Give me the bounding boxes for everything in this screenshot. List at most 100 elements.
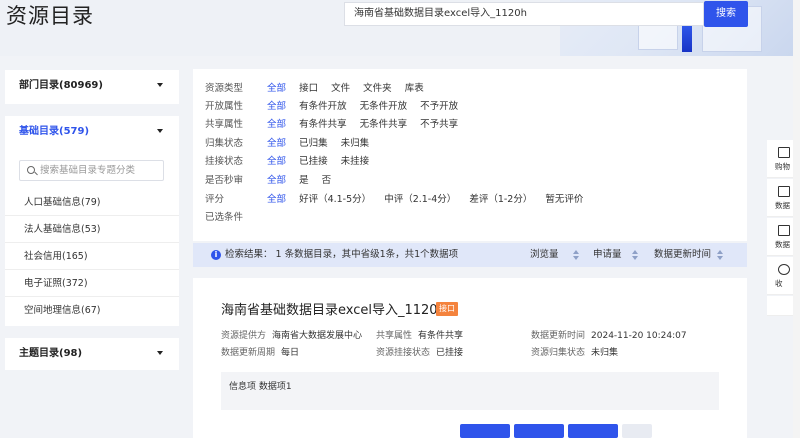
info-items-box: 信息项 数据项1 — [221, 372, 719, 410]
filter-option[interactable]: 全部 — [267, 80, 286, 98]
filter-option[interactable]: 全部 — [267, 172, 286, 190]
meta-provider: 资源提供方 海南省大数据发展中心 — [221, 330, 362, 342]
tool-label: 数据 — [775, 240, 790, 249]
favorite-icon — [778, 264, 790, 275]
sort-by-views[interactable]: 浏览量 — [530, 243, 579, 267]
filter-row-rating: 评分 全部 好评（4.1-5分） 中评（2.1-4分） 差评（1-2分） 暂无评… — [205, 191, 593, 209]
sidebar-dept-header[interactable]: 部门目录(80969) — [5, 70, 179, 102]
sort-apply-label: 申请量 — [593, 249, 622, 260]
filter-row-instant-review: 是否秒审 全部 是 否 — [205, 172, 341, 190]
filter-label: 资源类型 — [205, 83, 244, 94]
info-icon: i — [211, 250, 221, 260]
sidebar-item-credit[interactable]: 社会信用(165) — [5, 243, 179, 270]
filter-row-collect-status: 归集状态 全部 已归集 未归集 — [205, 135, 379, 153]
filter-option[interactable]: 暂无评价 — [545, 191, 583, 209]
sort-updated-label: 数据更新时间 — [654, 249, 712, 260]
result-card: 海南省基础数据目录excel导入_1120h 接口 资源提供方 海南省大数据发展中… — [193, 278, 747, 438]
sort-by-update-time[interactable]: 数据更新时间 — [654, 243, 724, 267]
filter-option[interactable]: 中评（2.1-4分） — [384, 191, 456, 209]
document-icon — [778, 186, 790, 197]
search-input[interactable]: 海南省基础数据目录excel导入_1120h — [344, 2, 704, 26]
page-title: 资源目录 — [6, 4, 94, 28]
filter-option[interactable]: 未挂接 — [341, 153, 370, 171]
meta-key: 共享属性 — [376, 331, 413, 341]
caret-down-icon — [157, 83, 163, 87]
meta-value: 有条件共享 — [418, 331, 464, 341]
sort-icon — [717, 249, 724, 260]
selected-conditions-label: 已选条件 — [205, 212, 244, 223]
tool-label: 数据 — [775, 201, 790, 210]
filter-option[interactable]: 无条件共享 — [360, 116, 408, 134]
action-button[interactable] — [460, 424, 510, 438]
filter-option[interactable]: 全部 — [267, 98, 286, 116]
filter-label: 共享属性 — [205, 119, 244, 130]
caret-down-icon — [157, 129, 163, 133]
tool-label: 购物 — [775, 162, 790, 171]
filter-label: 是否秒审 — [205, 175, 244, 186]
filter-option[interactable]: 否 — [322, 172, 332, 190]
filter-label: 归集状态 — [205, 138, 244, 149]
filter-option[interactable]: 是 — [299, 172, 309, 190]
resource-type-badge: 接口 — [436, 302, 458, 316]
cart-icon — [778, 147, 790, 158]
meta-key: 资源归集状态 — [531, 348, 586, 358]
category-search-input[interactable]: 搜索基础目录专题分类 — [19, 160, 164, 181]
filter-option[interactable]: 全部 — [267, 116, 286, 134]
filter-option[interactable]: 全部 — [267, 135, 286, 153]
sidebar-item-legal-person[interactable]: 法人基础信息(53) — [5, 216, 179, 243]
action-button[interactable] — [622, 424, 652, 438]
action-button[interactable] — [514, 424, 564, 438]
filter-row-selected: 已选条件 — [205, 209, 264, 227]
filter-option[interactable]: 库表 — [405, 80, 424, 98]
search-button[interactable]: 搜索 — [704, 1, 748, 27]
sidebar-dept-section[interactable]: 部门目录(80969) — [5, 70, 179, 104]
meta-value: 未归集 — [591, 348, 619, 358]
sort-by-applications[interactable]: 申请量 — [593, 243, 638, 267]
filter-option[interactable]: 已归集 — [299, 135, 328, 153]
meta-share: 共享属性 有条件共享 — [376, 330, 463, 342]
action-button[interactable] — [568, 424, 618, 438]
filter-option[interactable]: 有条件开放 — [299, 98, 347, 116]
sidebar-topic-label: 主题目录(98) — [19, 348, 83, 359]
filter-option[interactable]: 未归集 — [341, 135, 370, 153]
sidebar-item-e-license[interactable]: 电子证照(372) — [5, 270, 179, 297]
filter-option[interactable]: 差评（1-2分） — [469, 191, 532, 209]
sidebar-topic-section[interactable]: 主题目录(98) — [5, 338, 179, 370]
page-header: 资源目录 海南省基础数据目录excel导入_1120h 搜索 — [0, 0, 800, 56]
meta-key: 数据更新周期 — [221, 348, 276, 358]
meta-key: 资源挂接状态 — [376, 348, 431, 358]
meta-cycle: 数据更新周期 每日 — [221, 347, 299, 359]
filter-label: 评分 — [205, 194, 225, 205]
sort-views-label: 浏览量 — [530, 249, 559, 260]
filter-option[interactable]: 全部 — [267, 191, 286, 209]
sidebar-item-geo[interactable]: 空间地理信息(67) — [5, 297, 179, 324]
result-title[interactable]: 海南省基础数据目录excel导入_1120h — [221, 299, 446, 318]
caret-down-icon — [157, 351, 163, 355]
sidebar-dept-label: 部门目录(80969) — [19, 80, 103, 91]
page-scrollbar[interactable] — [793, 0, 800, 438]
sidebar-item-population[interactable]: 人口基础信息(79) — [5, 189, 179, 216]
filter-option[interactable]: 好评（4.1-5分） — [299, 191, 371, 209]
sort-icon — [572, 249, 579, 260]
table-icon — [778, 225, 790, 236]
meta-value: 已挂接 — [436, 348, 464, 358]
meta-value: 海南省大数据发展中心 — [272, 331, 363, 341]
filter-option[interactable]: 接口 — [299, 80, 318, 98]
filter-option[interactable]: 不予开放 — [420, 98, 458, 116]
meta-key: 数据更新时间 — [531, 331, 586, 341]
filter-option[interactable]: 已挂接 — [299, 153, 328, 171]
filter-option[interactable]: 文件 — [331, 80, 350, 98]
category-search-placeholder: 搜索基础目录专题分类 — [40, 165, 136, 176]
filter-option[interactable]: 全部 — [267, 153, 286, 171]
search-icon — [27, 166, 35, 174]
sidebar-basic-header[interactable]: 基础目录(579) — [5, 116, 179, 148]
sidebar-basic-label: 基础目录(579) — [19, 126, 90, 137]
filter-option[interactable]: 有条件共享 — [299, 116, 347, 134]
sidebar-topic-header[interactable]: 主题目录(98) — [5, 338, 179, 370]
filter-row-share-attr: 共享属性 全部 有条件共享 无条件共享 不予共享 — [205, 116, 468, 134]
meta-key: 资源提供方 — [221, 331, 267, 341]
filter-option[interactable]: 不予共享 — [420, 116, 458, 134]
filter-option[interactable]: 文件夹 — [363, 80, 392, 98]
meta-collect: 资源归集状态 未归集 — [531, 347, 618, 359]
filter-option[interactable]: 无条件开放 — [360, 98, 408, 116]
